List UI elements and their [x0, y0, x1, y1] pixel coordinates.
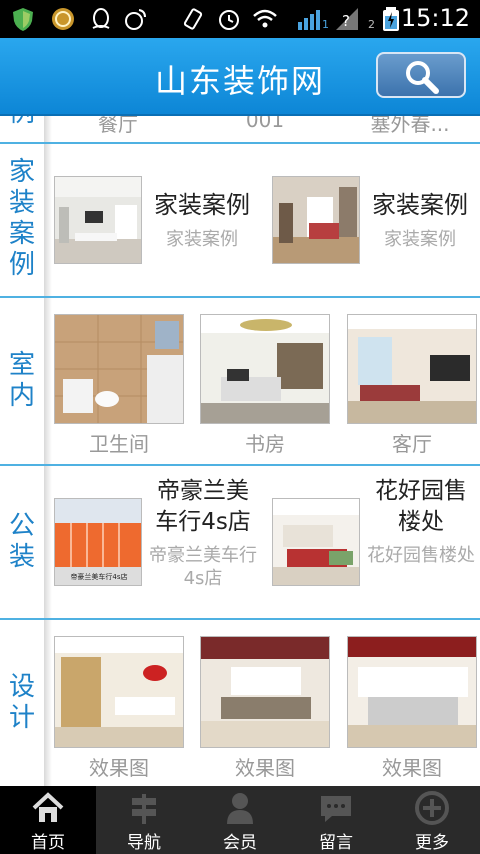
- person-icon: [227, 793, 253, 824]
- battery-charging-icon: [383, 7, 399, 31]
- alarm-icon: [219, 10, 239, 30]
- qq-penguin-icon: [92, 8, 110, 29]
- item-subtitle: 花好园售楼处: [367, 545, 475, 566]
- photo-sign-text: 帝豪兰美车行4s店: [70, 573, 128, 581]
- section-home-cases: 家装案例 家装案例 家装案例 家装案例 家装案例: [0, 144, 480, 298]
- interior-photo-living-room[interactable]: [347, 314, 477, 424]
- item-subtitle: 帝豪兰美车行4s店: [149, 545, 257, 589]
- item-subtitle: 家装案例: [384, 229, 456, 250]
- chat-bubble-icon: [321, 796, 351, 822]
- section-partial: 例 餐厅 001 塞外春...: [0, 116, 480, 144]
- shield-icon: [13, 8, 33, 31]
- section-design: 设计 效果图 效果图 效果图: [0, 620, 480, 786]
- status-bar: 1 ? 2 15:12: [0, 0, 480, 38]
- nav-label: 导航: [127, 833, 161, 853]
- signal-unknown-icon: ?: [336, 8, 358, 30]
- item-caption[interactable]: 001: [205, 116, 325, 132]
- item-title: 家装案例: [154, 191, 250, 219]
- design-render-photo[interactable]: [200, 636, 330, 748]
- nav-message[interactable]: 留言: [288, 786, 384, 854]
- interior-photo-study[interactable]: [200, 314, 330, 424]
- nav-label: 首页: [31, 833, 65, 853]
- item-title: 花好园售楼处: [375, 478, 467, 535]
- nav-label: 更多: [415, 833, 449, 853]
- item-caption[interactable]: 客厅: [347, 428, 477, 457]
- category-label: 例: [0, 116, 44, 142]
- sim2-label: 2: [368, 18, 375, 31]
- svg-text:?: ?: [342, 12, 350, 30]
- bottom-nav: 首页 导航 会员 留言 更多: [0, 786, 480, 854]
- item-title: 帝豪兰美车行4s店: [155, 478, 251, 535]
- app-header: 山东装饰网: [0, 38, 480, 116]
- category-label: 公装: [8, 511, 35, 572]
- item-caption[interactable]: 卫生间: [54, 428, 184, 457]
- plus-circle-icon: [415, 791, 449, 825]
- nav-home[interactable]: 首页: [0, 786, 96, 854]
- content-list[interactable]: 例 餐厅 001 塞外春... 家装案例 家装案例 家装案例: [0, 116, 480, 786]
- home-case-photo[interactable]: [54, 176, 142, 264]
- category-label: 设计: [8, 672, 35, 733]
- nav-guide[interactable]: 导航: [96, 786, 192, 854]
- sim1-label: 1: [322, 18, 329, 31]
- item-caption[interactable]: 塞外春...: [350, 116, 470, 137]
- item-title: 家装案例: [372, 191, 468, 219]
- item-caption[interactable]: 效果图: [347, 752, 477, 781]
- vibrate-icon: [183, 8, 203, 30]
- section-interior: 室内 卫生间 书房 客厅: [0, 298, 480, 466]
- nav-member[interactable]: 会员: [192, 786, 288, 854]
- interior-photo-bathroom[interactable]: [54, 314, 184, 424]
- category-label: 家装案例: [8, 157, 35, 280]
- signpost-icon: [132, 794, 156, 824]
- nav-more[interactable]: 更多: [384, 786, 480, 854]
- item-caption[interactable]: 效果图: [54, 752, 184, 781]
- section-commercial: 公装 帝豪兰美车行4s店 帝豪兰美车行4s店 帝豪兰美车行4s店 花好园售楼处 …: [0, 466, 480, 620]
- design-render-photo[interactable]: [54, 636, 184, 748]
- commercial-photo[interactable]: 帝豪兰美车行4s店: [54, 498, 142, 586]
- home-icon: [32, 792, 64, 822]
- nav-label: 会员: [223, 833, 257, 853]
- search-icon: [406, 61, 439, 94]
- item-caption[interactable]: 餐厅: [58, 116, 178, 137]
- coin-icon: [52, 8, 74, 30]
- item-subtitle: 家装案例: [166, 229, 238, 250]
- commercial-photo[interactable]: [272, 498, 360, 586]
- item-caption[interactable]: 效果图: [200, 752, 330, 781]
- search-button[interactable]: [376, 52, 466, 98]
- wifi-icon: [253, 9, 277, 28]
- design-render-photo[interactable]: [347, 636, 477, 748]
- weibo-icon: [125, 9, 146, 30]
- status-time: 15:12: [400, 4, 470, 32]
- item-caption[interactable]: 书房: [200, 428, 330, 457]
- category-label: 室内: [8, 350, 35, 411]
- nav-label: 留言: [319, 833, 353, 853]
- home-case-photo[interactable]: [272, 176, 360, 264]
